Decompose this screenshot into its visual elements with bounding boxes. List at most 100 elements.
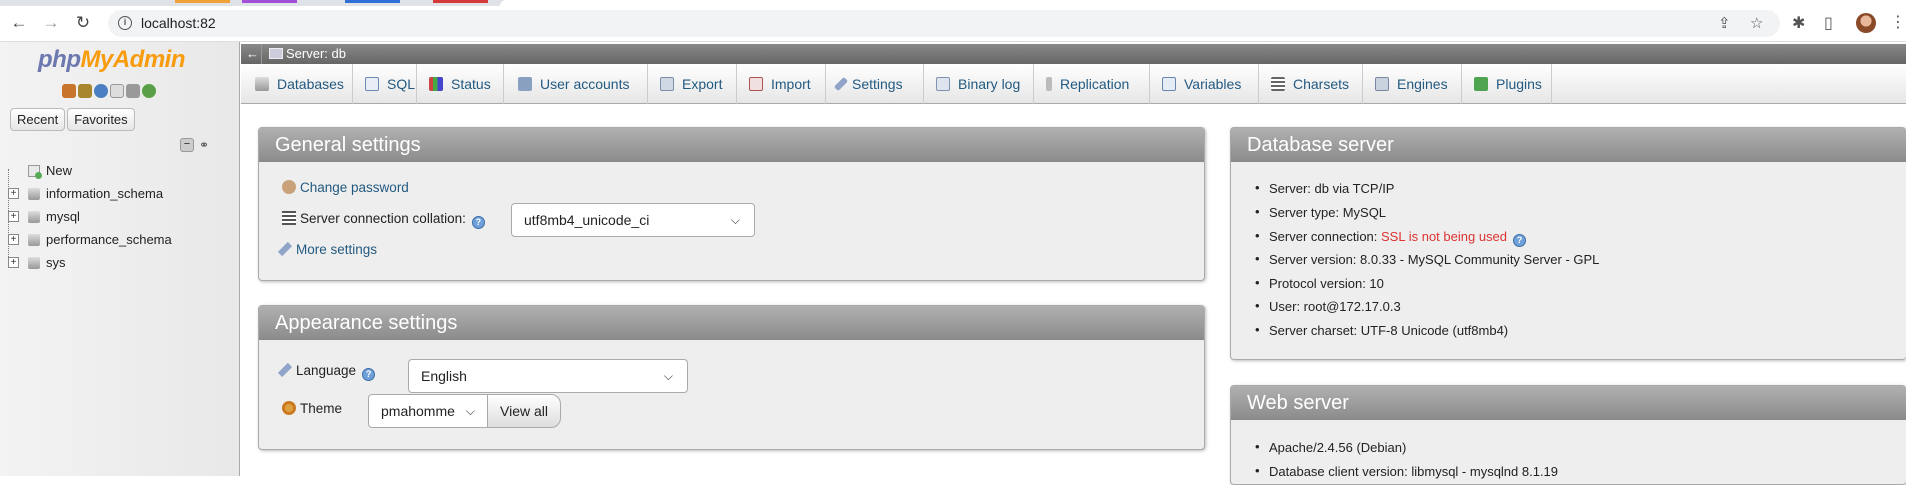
tab-label[interactable]: Databases [277,76,344,92]
database-icon [28,257,40,269]
tab-engines[interactable]: Engines [1363,64,1462,104]
more-settings-row: More settings [277,241,377,257]
tab-variables[interactable]: Variables [1150,64,1259,104]
tab-plugins[interactable]: Plugins [1462,64,1552,104]
address-bar[interactable]: i localhost:82 ⇪ ☆ [108,10,1780,37]
tab-label[interactable]: User accounts [540,76,629,92]
tab-label[interactable]: Settings [852,76,903,92]
web-server-panel: Web server Apache/2.4.56 (Debian) Databa… [1230,385,1906,485]
tab-label[interactable]: Import [771,76,811,92]
engines-icon [1375,77,1389,91]
home-icon[interactable] [62,84,76,98]
logout-icon[interactable] [78,84,92,98]
active-tab[interactable] [500,0,1906,6]
bookmark-star-icon[interactable]: ☆ [1750,14,1763,32]
new-database-icon [28,165,42,179]
theme-label: Theme [300,401,343,416]
link-with-main-icon[interactable]: ⚭ [199,138,209,152]
tree-item-new[interactable]: New [8,159,236,182]
view-all-themes-button[interactable]: View all [487,394,561,428]
browser-menu-icon[interactable]: ⋮ [1890,12,1906,32]
logo-part: Admin [112,46,186,73]
tab-label[interactable]: Engines [1397,76,1448,92]
help-icon[interactable]: ? [1513,234,1527,247]
panel-title: General settings [259,128,1204,162]
tab-label[interactable]: Binary log [958,76,1020,92]
side-panel-icon[interactable]: ▯ [1824,13,1833,33]
more-settings-link[interactable]: More settings [296,242,377,257]
collapse-all-icon[interactable]: − [180,138,194,152]
share-icon[interactable]: ⇪ [1718,14,1731,32]
phpmyadmin-logo[interactable]: phpMyAdmin [38,46,186,74]
tree-item-label[interactable]: New [46,163,72,178]
expand-icon[interactable]: + [8,188,19,199]
theme-row: Theme [282,401,342,416]
tab-label[interactable]: Replication [1060,76,1129,92]
tab-status[interactable]: Status [417,64,504,104]
reload-icon[interactable]: ↻ [74,14,92,32]
language-value: English [421,368,467,384]
tab-indicator[interactable] [242,0,297,3]
recent-tab[interactable]: Recent [10,108,66,131]
tree-item-label[interactable]: sys [46,255,66,270]
tree-item-label[interactable]: mysql [46,209,80,224]
tab-strip [0,0,1906,6]
url-text[interactable]: localhost:82 [141,15,216,31]
tree-item-label[interactable]: information_schema [46,186,163,201]
tree-item-sys[interactable]: + sys [8,251,236,274]
server-version-info: Server version: 8.0.33 - MySQL Community… [1255,251,1599,267]
tree-item-information-schema[interactable]: + information_schema [8,182,236,205]
collapse-nav-arrow[interactable]: ← [244,44,262,64]
tab-indicator[interactable] [175,0,230,3]
expand-icon[interactable]: + [8,257,19,268]
expand-icon[interactable]: + [8,211,19,222]
database-icon [28,211,40,223]
profile-avatar[interactable] [1856,13,1876,33]
chevron-down-icon: ⌵ [730,213,740,227]
server-charset-info: Server charset: UTF-8 Unicode (utf8mb4) [1255,322,1508,338]
database-icon [28,188,40,200]
site-info-icon[interactable]: i [118,16,132,30]
language-select[interactable]: English ⌵ [408,359,688,393]
tab-charsets[interactable]: Charsets [1259,64,1363,104]
tab-sql[interactable]: SQL [353,64,417,104]
tab-export[interactable]: Export [648,64,737,104]
change-password-link[interactable]: Change password [300,180,409,195]
breadcrumb-server[interactable]: Server: db [269,44,346,64]
extensions-icon[interactable]: ✱ [1792,13,1805,33]
tab-label[interactable]: Export [682,76,722,92]
tab-user-accounts[interactable]: User accounts [504,64,648,104]
theme-select[interactable]: pmahomme ⌵ [368,394,488,428]
tab-label[interactable]: Status [451,76,491,92]
tab-label[interactable]: Variables [1184,76,1241,92]
back-arrow-icon[interactable]: ← [10,14,28,32]
tab-label[interactable]: SQL [387,76,415,92]
gear-icon[interactable] [126,84,140,98]
help-icon[interactable] [94,84,108,98]
tab-import[interactable]: Import [737,64,826,104]
appearance-settings-panel: Appearance settings Language? English ⌵ T… [258,305,1205,450]
tree-item-performance-schema[interactable]: + performance_schema [8,228,236,251]
forward-arrow-icon[interactable]: → [42,14,60,32]
tab-binary-log[interactable]: Binary log [924,64,1034,104]
tab-indicator[interactable] [345,0,400,3]
breadcrumb-server-label[interactable]: Server: db [286,46,346,61]
tree-item-mysql[interactable]: + mysql [8,205,236,228]
language-icon [277,362,293,378]
tab-indicator[interactable] [433,0,488,3]
collation-select[interactable]: utf8mb4_unicode_ci ⌵ [511,203,755,237]
refresh-icon[interactable] [142,84,156,98]
tab-databases[interactable]: Databases [241,64,353,104]
tab-label[interactable]: Plugins [1496,76,1542,92]
charsets-icon [1271,77,1285,91]
tab-label[interactable]: Charsets [1293,76,1349,92]
help-icon[interactable]: ? [471,216,485,229]
expand-icon[interactable]: + [8,234,19,245]
protocol-version-info: Protocol version: 10 [1255,275,1384,291]
help-icon[interactable]: ? [362,368,376,381]
docs-icon[interactable] [110,84,124,98]
tree-item-label[interactable]: performance_schema [46,232,172,247]
tab-replication[interactable]: Replication [1034,64,1150,104]
favorites-tab[interactable]: Favorites [67,108,135,131]
tab-settings[interactable]: Settings [826,64,924,104]
